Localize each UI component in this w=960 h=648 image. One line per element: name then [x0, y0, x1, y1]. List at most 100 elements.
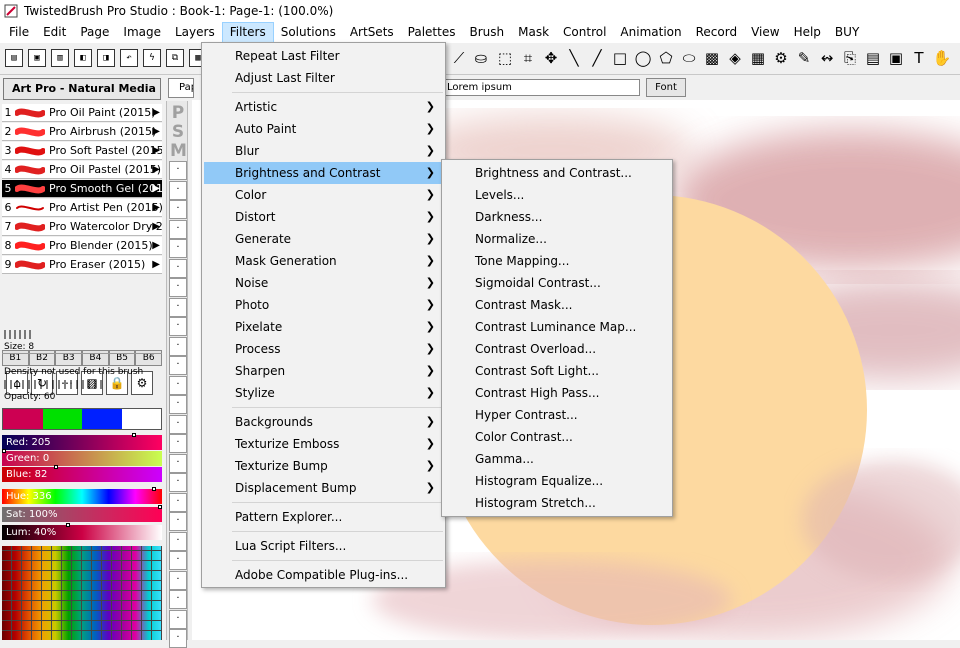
submenu-item-histogram-equalize[interactable]: Histogram Equalize...	[444, 470, 670, 492]
filters-item-auto-paint[interactable]: Auto Paint ❯	[204, 118, 443, 140]
color-palette-grid[interactable]	[2, 546, 162, 640]
crop-icon[interactable]: ⌗	[517, 48, 539, 68]
opacity-slider[interactable]	[4, 380, 104, 390]
submenu-item-contrast-overload[interactable]: Contrast Overload...	[444, 338, 670, 360]
clone-icon[interactable]: ⎘	[839, 48, 861, 68]
page-icon[interactable]: ▥	[51, 49, 69, 67]
path-slot[interactable]: ·	[169, 590, 187, 609]
brush-item[interactable]: 5 Pro Smooth Gel (201 ▶	[2, 180, 162, 198]
psm-letter-p[interactable]: P	[170, 103, 186, 123]
filters-item-backgrounds[interactable]: Backgrounds ❯	[204, 411, 443, 433]
submenu-item-brightness-and-contrast[interactable]: Brightness and Contrast...	[444, 162, 670, 184]
brush-expand-icon[interactable]: ▶	[152, 161, 160, 178]
filters-item-sharpen[interactable]: Sharpen ❯	[204, 360, 443, 382]
menu-control[interactable]: Control	[556, 22, 613, 43]
filters-item-repeat-last-filter[interactable]: Repeat Last Filter	[204, 45, 443, 67]
brush-expand-icon[interactable]: ▶	[152, 237, 160, 254]
filters-item-photo[interactable]: Photo ❯	[204, 294, 443, 316]
artset-selector[interactable]: Art Pro - Natural Media (20	[3, 78, 161, 100]
blue-slider[interactable]: Blue: 82	[2, 465, 162, 482]
copy-icon[interactable]: ⧉	[166, 49, 184, 67]
filters-item-artistic[interactable]: Artistic ❯	[204, 96, 443, 118]
filters-item-distort[interactable]: Distort ❯	[204, 206, 443, 228]
brush-expand-icon[interactable]: ▶	[152, 123, 160, 140]
filters-item-mask-generation[interactable]: Mask Generation ❯	[204, 250, 443, 272]
menu-animation[interactable]: Animation	[613, 22, 688, 43]
green-slider[interactable]: Green: 0	[2, 449, 162, 466]
save-icon[interactable]: ▣	[28, 49, 46, 67]
filters-item-displacement-bump[interactable]: Displacement Bump ❯	[204, 477, 443, 499]
path-slot[interactable]: ·	[169, 161, 187, 180]
filters-item-process[interactable]: Process ❯	[204, 338, 443, 360]
path-slot[interactable]: ·	[169, 629, 187, 648]
menu-record[interactable]: Record	[689, 22, 744, 43]
brush-item[interactable]: 2 Pro Airbrush (2015) ▶	[2, 123, 162, 141]
filters-item-blur[interactable]: Blur ❯	[204, 140, 443, 162]
submenu-item-contrast-luminance-map[interactable]: Contrast Luminance Map...	[444, 316, 670, 338]
path-slot[interactable]: ·	[169, 609, 187, 629]
filters-item-noise[interactable]: Noise ❯	[204, 272, 443, 294]
smudge-icon[interactable]: ↭	[816, 48, 838, 68]
red-slider[interactable]: Red: 205	[2, 433, 162, 450]
filters-item-texturize-emboss[interactable]: Texturize Emboss ❯	[204, 433, 443, 455]
brush-expand-icon[interactable]: ▶	[152, 104, 160, 121]
undo-icon[interactable]: ↶	[120, 49, 138, 67]
bucket-icon[interactable]: ⛀	[470, 48, 492, 68]
filters-item-adobe-compatible-plug-ins[interactable]: Adobe Compatible Plug-ins...	[204, 564, 443, 586]
path-slot[interactable]: ·	[169, 356, 187, 375]
filters-item-lua-script-filters[interactable]: Lua Script Filters...	[204, 535, 443, 557]
psm-letter-s[interactable]: S	[170, 122, 186, 142]
submenu-item-contrast-high-pass[interactable]: Contrast High Pass...	[444, 382, 670, 404]
menu-file[interactable]: File	[2, 22, 36, 43]
curve-icon[interactable]: ╱	[586, 48, 608, 68]
filters-item-stylize[interactable]: Stylize ❯	[204, 382, 443, 404]
menu-image[interactable]: Image	[116, 22, 168, 43]
freeform-icon[interactable]: ⬭	[678, 48, 700, 68]
menu-artsets[interactable]: ArtSets	[343, 22, 401, 43]
menu-view[interactable]: View	[744, 22, 786, 43]
brush-expand-icon[interactable]: ▶	[152, 256, 160, 273]
brush-item[interactable]: 1 Pro Oil Paint (2015) ▶	[2, 104, 162, 122]
brush-item[interactable]: 8 Pro Blender (2015) ▶	[2, 237, 162, 255]
path-slot[interactable]: ·	[169, 336, 187, 356]
font-button[interactable]: Font	[646, 78, 686, 97]
path-slot[interactable]: ·	[169, 239, 187, 258]
menu-brush[interactable]: Brush	[462, 22, 511, 43]
filters-item-pixelate[interactable]: Pixelate ❯	[204, 316, 443, 338]
path-slot[interactable]: ·	[169, 297, 187, 317]
menu-buy[interactable]: BUY	[828, 22, 866, 43]
layers-icon[interactable]: ▤	[862, 48, 884, 68]
move-icon[interactable]: ✥	[540, 48, 562, 68]
filters-item-generate[interactable]: Generate ❯	[204, 228, 443, 250]
submenu-item-darkness[interactable]: Darkness...	[444, 206, 670, 228]
menu-solutions[interactable]: Solutions	[274, 22, 343, 43]
brush-expand-icon[interactable]: ▶	[152, 180, 160, 197]
filters-item-brightness-and-contrast[interactable]: Brightness and Contrast ❯	[204, 162, 443, 184]
line-icon[interactable]: ╲	[563, 48, 585, 68]
path-slot[interactable]: ·	[169, 473, 187, 492]
swatch-green[interactable]	[42, 409, 82, 429]
menu-layers[interactable]: Layers	[168, 22, 222, 43]
path-slot[interactable]: ·	[169, 512, 187, 531]
filters-item-texturize-bump[interactable]: Texturize Bump ❯	[204, 455, 443, 477]
path-slot[interactable]: ·	[169, 434, 187, 453]
brush-expand-icon[interactable]: ▶	[152, 199, 160, 216]
sat-slider[interactable]: Sat: 100%	[2, 505, 162, 522]
path-slot[interactable]: ·	[169, 278, 187, 297]
new-file-icon[interactable]: ▤	[5, 49, 23, 67]
brush-expand-icon[interactable]: ▶	[152, 142, 160, 159]
selection-icon[interactable]: ⬚	[494, 48, 516, 68]
brush-item[interactable]: 4 Pro Oil Pastel (2015) ▶	[2, 161, 162, 179]
paper-tab[interactable]: Pap	[168, 78, 194, 98]
font-sample-input[interactable]: Lorem ipsum	[444, 79, 640, 96]
path-slot[interactable]: ·	[169, 180, 187, 200]
submenu-item-gamma[interactable]: Gamma...	[444, 448, 670, 470]
path-slot[interactable]: ·	[169, 317, 187, 336]
lightning-icon[interactable]: ϟ	[143, 49, 161, 67]
texture-icon[interactable]: ◈	[724, 48, 746, 68]
filters-item-adjust-last-filter[interactable]: Adjust Last Filter	[204, 67, 443, 89]
menu-edit[interactable]: Edit	[36, 22, 73, 43]
path-slot[interactable]: ·	[169, 200, 187, 219]
page-prev-icon[interactable]: ◧	[74, 49, 92, 67]
submenu-item-contrast-soft-light[interactable]: Contrast Soft Light...	[444, 360, 670, 382]
